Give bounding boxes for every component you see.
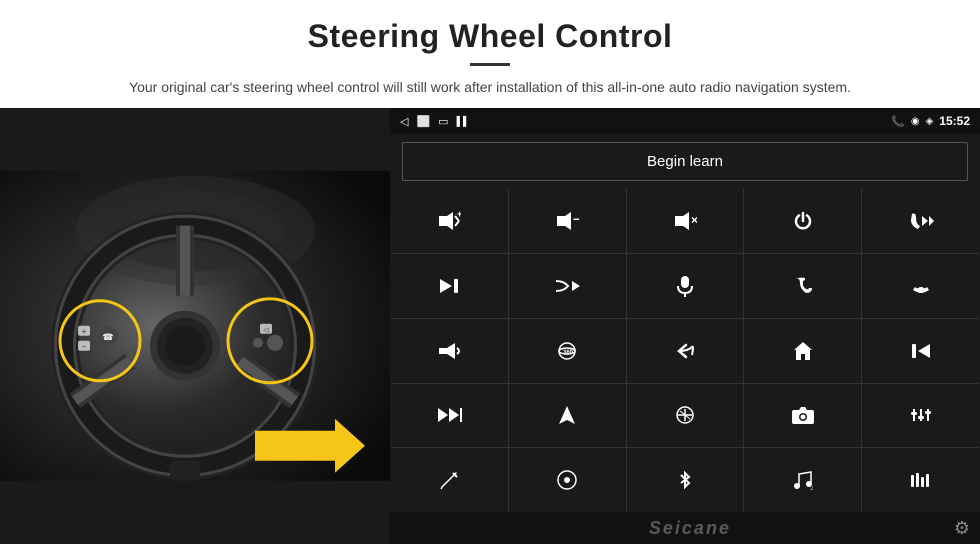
title-divider [470, 63, 510, 66]
music-button[interactable]: ♩ [744, 448, 861, 512]
svg-text:−: − [573, 211, 579, 227]
status-time: 15:52 [939, 114, 970, 128]
horn-button[interactable] [391, 319, 508, 383]
back-nav-icon[interactable]: ◁ [400, 115, 408, 128]
svg-text:−: − [82, 342, 87, 351]
brand-text: Seicane [426, 518, 954, 539]
back-arrow-button[interactable] [627, 319, 744, 383]
content-section: + − ☎ ◁ [0, 108, 980, 544]
control-grid: + − × [391, 189, 979, 512]
header-section: Steering Wheel Control Your original car… [0, 0, 980, 108]
bluetooth-button[interactable] [627, 448, 744, 512]
360-button[interactable]: 360 [509, 319, 626, 383]
power-button[interactable] [744, 189, 861, 253]
skip-next-button[interactable] [391, 254, 508, 318]
status-bar-left: ◁ ⬜ ▭ ▌▌ [400, 115, 469, 128]
phone-answer-button[interactable] [744, 254, 861, 318]
svg-text:♩: ♩ [810, 483, 815, 491]
eq-button[interactable] [627, 384, 744, 448]
right-panel: ◁ ⬜ ▭ ▌▌ 📞 ◉ ◈ 15:52 Begin learn [390, 108, 980, 544]
steering-wheel-image: + − ☎ ◁ [0, 108, 390, 544]
dot-circle-button[interactable] [509, 448, 626, 512]
vol-down-button[interactable]: − [509, 189, 626, 253]
svg-text:◁: ◁ [263, 327, 269, 334]
signal-icon: ▌▌ [457, 116, 470, 126]
mic-button[interactable] [627, 254, 744, 318]
camera-button[interactable] [744, 384, 861, 448]
vol-mute-button[interactable]: × [627, 189, 744, 253]
skip-back2-button[interactable] [862, 319, 979, 383]
settings-gear-icon[interactable]: ⚙ [954, 518, 970, 539]
begin-learn-button[interactable]: Begin learn [402, 142, 968, 181]
svg-text:+: + [82, 327, 87, 336]
bottom-bar: Seicane ⚙ [390, 512, 980, 544]
svg-text:+: + [457, 211, 461, 219]
phone-hangup-button[interactable] [862, 254, 979, 318]
wifi-icon: ◈ [926, 116, 934, 127]
phone-prev-button[interactable] [862, 189, 979, 253]
status-bar-right: 📞 ◉ ◈ 15:52 [891, 114, 970, 128]
recents-nav-icon[interactable]: ▭ [438, 115, 448, 128]
page-title: Steering Wheel Control [40, 18, 940, 55]
svg-text:360: 360 [563, 350, 574, 356]
begin-learn-row: Begin learn [390, 134, 980, 189]
subtitle-text: Your original car's steering wheel contr… [100, 76, 880, 98]
nav-button[interactable] [509, 384, 626, 448]
phone-status-icon: 📞 [891, 115, 905, 128]
location-icon: ◉ [911, 116, 920, 127]
svg-text:☎: ☎ [102, 332, 113, 342]
equalizer-bars-button[interactable] [862, 448, 979, 512]
status-bar: ◁ ⬜ ▭ ▌▌ 📞 ◉ ◈ 15:52 [390, 108, 980, 134]
pen-button[interactable] [391, 448, 508, 512]
home-nav-icon[interactable]: ⬜ [416, 115, 430, 128]
vol-up-button[interactable]: + [391, 189, 508, 253]
home-button[interactable] [744, 319, 861, 383]
fast-fwd2-button[interactable] [391, 384, 508, 448]
page-container: Steering Wheel Control Your original car… [0, 0, 980, 544]
svg-text:×: × [691, 213, 697, 227]
shuffle-fwd-button[interactable] [509, 254, 626, 318]
sliders-button[interactable] [862, 384, 979, 448]
